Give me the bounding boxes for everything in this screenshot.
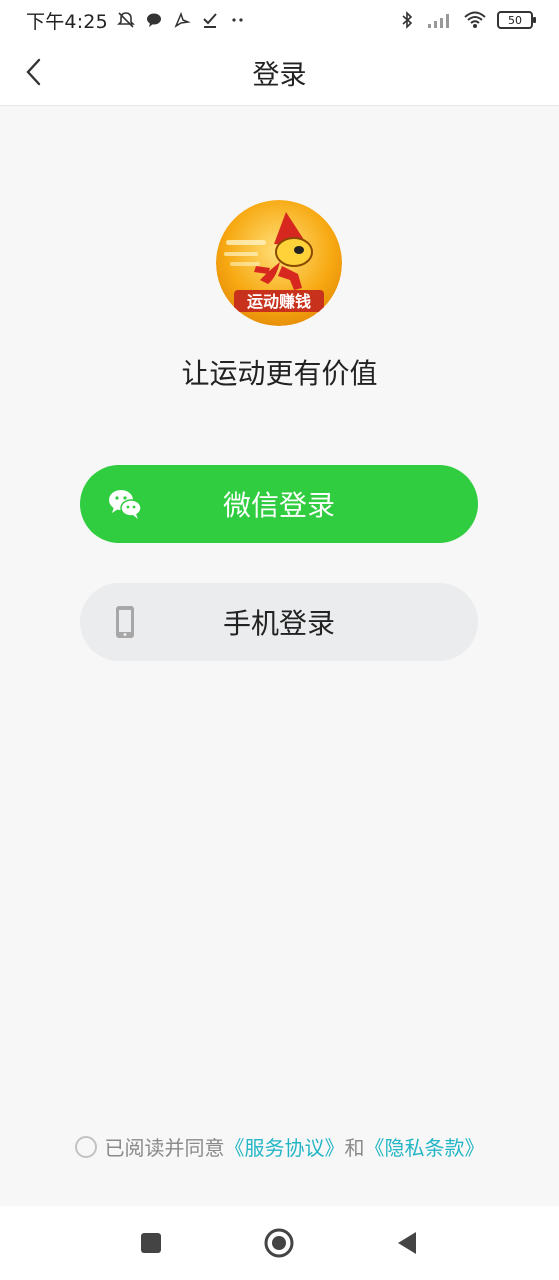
- wifi-icon: [464, 11, 486, 28]
- agreement-prefix: 已阅读并同意: [104, 1136, 225, 1160]
- wechat-login-label: 微信登录: [222, 489, 335, 522]
- bird-icon: [174, 11, 191, 28]
- chat-bubble-icon: [146, 13, 161, 27]
- page-title: 登录: [252, 60, 307, 91]
- recents-square-icon[interactable]: [136, 1228, 166, 1258]
- privacy-terms-link[interactable]: 《隐私条款》: [365, 1132, 485, 1161]
- system-nav-bar: [0, 1206, 559, 1280]
- bluetooth-icon: [402, 11, 413, 29]
- wechat-login-button[interactable]: 微信登录: [80, 465, 478, 543]
- signal-icon: [428, 14, 449, 28]
- back-triangle-icon[interactable]: [392, 1228, 422, 1258]
- home-circle-icon[interactable]: [264, 1228, 294, 1258]
- phone-icon: [116, 606, 134, 638]
- status-bar-left: 下午4:25: [26, 7, 248, 34]
- app-bar: 登录: [0, 40, 559, 106]
- back-chevron-icon: [26, 58, 41, 86]
- slogan: 让运动更有价值: [181, 357, 378, 390]
- back-button[interactable]: [14, 52, 54, 92]
- more-dots-icon: [232, 18, 243, 22]
- phone-login-button[interactable]: 手机登录: [80, 583, 478, 661]
- status-bar: 下午4:25 50: [0, 0, 559, 40]
- mute-bell-icon: [116, 12, 135, 28]
- battery-icon: 50: [497, 11, 536, 29]
- agreement-connector: 和: [344, 1136, 365, 1160]
- logo-badge-text: 运动赚钱: [247, 292, 311, 311]
- check-download-icon: [203, 13, 217, 28]
- agreement-row: 已阅读并同意 《服务协议》 和 《隐私条款》: [0, 1132, 559, 1161]
- phone-login-label: 手机登录: [222, 607, 335, 640]
- status-bar-right: 50: [397, 10, 536, 30]
- app-logo-image: 运动赚钱: [216, 200, 342, 326]
- battery-level: 50: [508, 13, 522, 27]
- wechat-icon: [109, 490, 142, 519]
- app-logo: 运动赚钱: [216, 200, 342, 326]
- status-time: 下午4:25: [26, 10, 108, 33]
- agreement-checkbox[interactable]: [74, 1135, 97, 1158]
- service-agreement-link[interactable]: 《服务协议》: [225, 1132, 345, 1161]
